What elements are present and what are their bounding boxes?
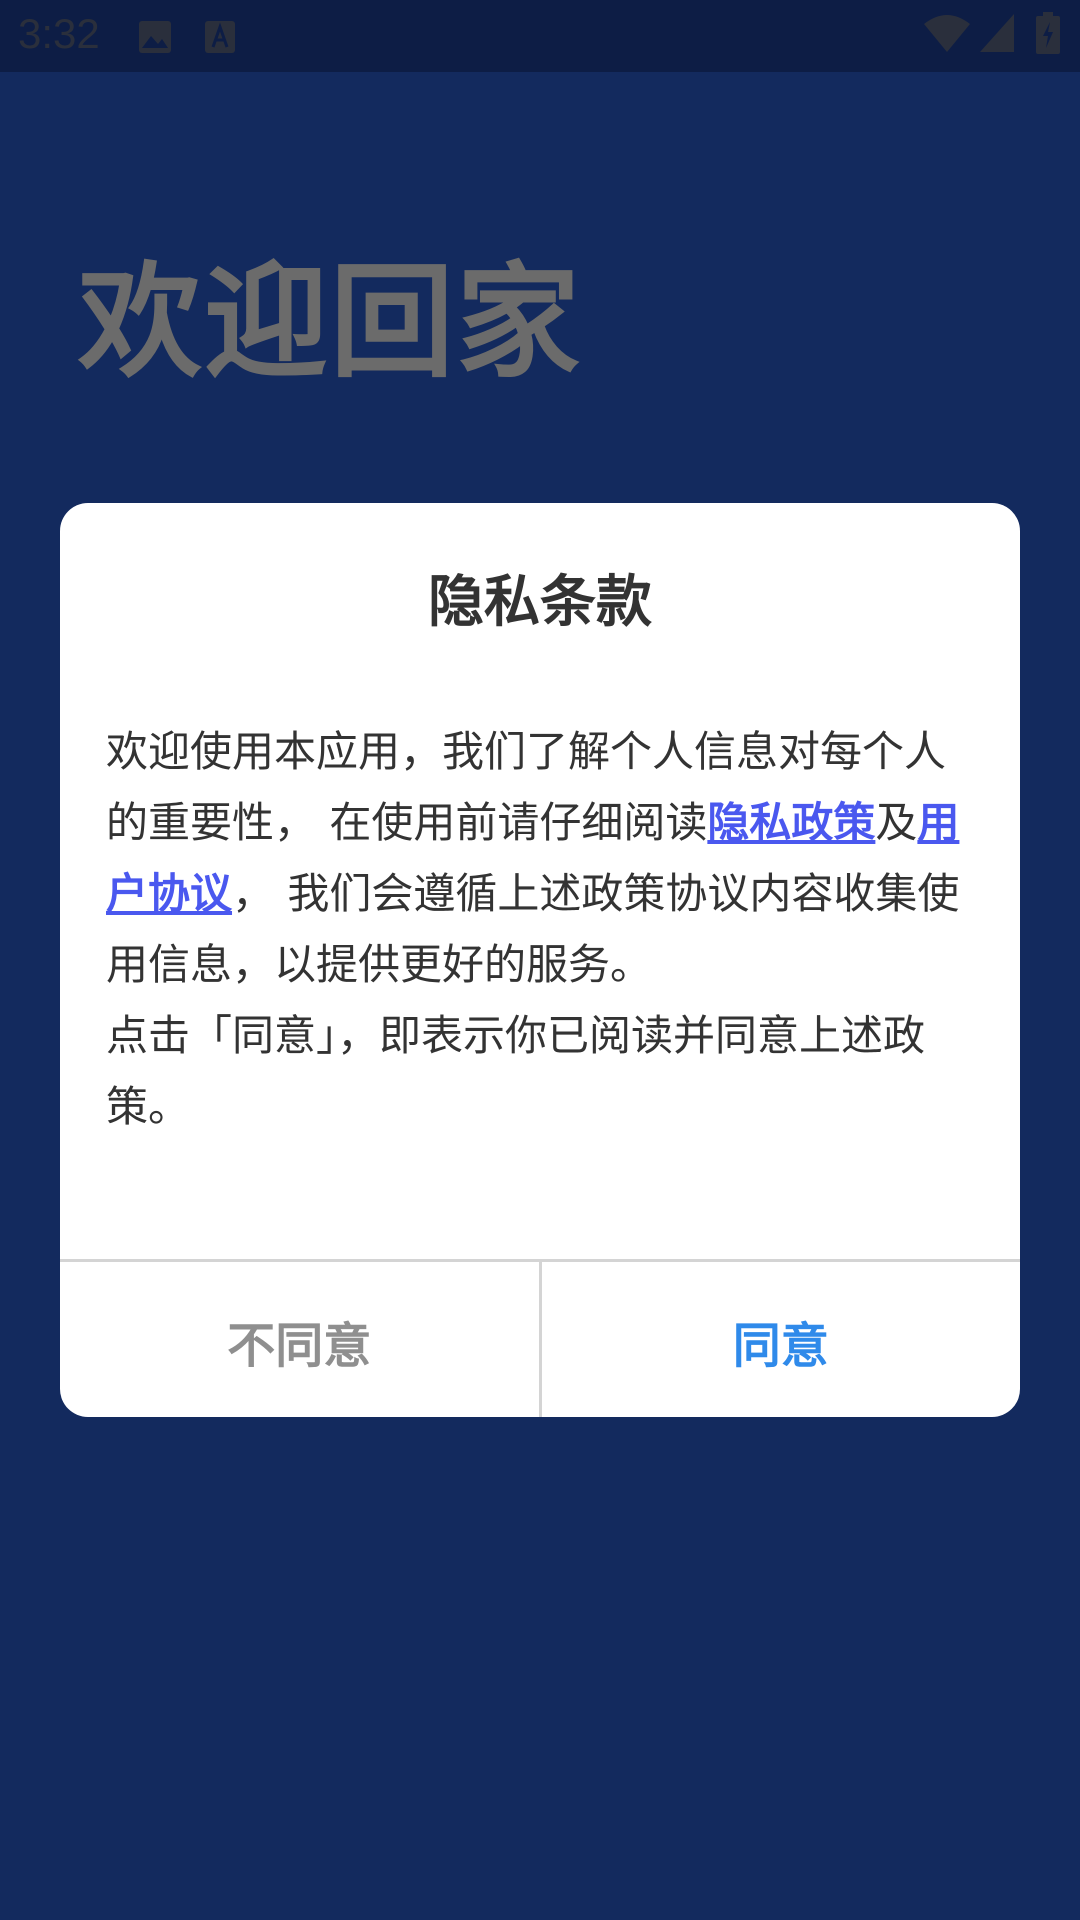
body-connector: 及 (875, 798, 918, 847)
dialog-body: 欢迎使用本应用，我们了解个人信息对每个人的重要性， 在使用前请仔细阅读隐私政策及… (106, 716, 984, 1142)
image-icon (138, 20, 172, 58)
signal-icon (980, 14, 1014, 56)
status-bar: 3:32 (0, 0, 1080, 72)
app-screen: 3:32 欢迎回家 隐私条款 欢迎使用本应用，我们了解个人信息对每个人的重要性，… (0, 0, 1080, 1920)
agree-button[interactable]: 同意 (542, 1262, 1021, 1417)
status-time: 3:32 (18, 10, 100, 57)
privacy-dialog: 隐私条款 欢迎使用本应用，我们了解个人信息对每个人的重要性， 在使用前请仔细阅读… (60, 503, 1020, 1417)
body-text-suffix: ， 我们会遵循上述政策协议内容收集使用信息，以提供更好的服务。 (106, 869, 960, 989)
text-a-icon (204, 20, 236, 58)
privacy-policy-link[interactable]: 隐私政策 (707, 798, 875, 847)
dialog-button-row: 不同意 同意 (60, 1259, 1020, 1417)
welcome-title: 欢迎回家 (78, 251, 583, 395)
battery-icon (1036, 12, 1060, 58)
dialog-title: 隐私条款 (428, 570, 652, 635)
wifi-icon (924, 14, 970, 56)
disagree-button[interactable]: 不同意 (60, 1262, 542, 1417)
dialog-body-notice: 点击「同意」，即表示你已阅读并同意上述政策。 (106, 1011, 926, 1131)
dialog-body-paragraph: 欢迎使用本应用，我们了解个人信息对每个人的重要性， 在使用前请仔细阅读隐私政策及… (106, 716, 984, 1000)
